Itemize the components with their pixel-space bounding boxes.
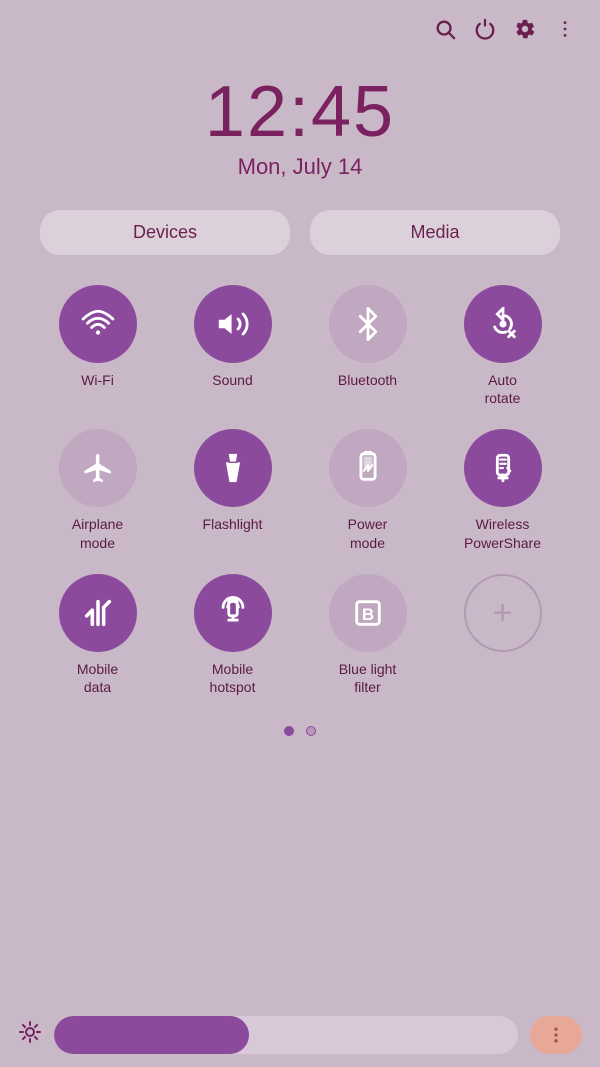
toggle-auto-rotate[interactable]: Autorotate xyxy=(435,285,570,407)
search-icon[interactable] xyxy=(434,18,456,46)
sound-circle xyxy=(194,285,272,363)
auto-rotate-circle xyxy=(464,285,542,363)
page-dot-1[interactable] xyxy=(284,726,294,736)
page-dot-2[interactable] xyxy=(306,726,316,736)
clock-time: 12:45 xyxy=(0,76,600,148)
bluetooth-circle xyxy=(329,285,407,363)
wifi-circle xyxy=(59,285,137,363)
brightness-bar xyxy=(0,1003,600,1067)
wifi-label: Wi-Fi xyxy=(81,371,114,389)
page-dots xyxy=(0,726,600,736)
plus-icon: + xyxy=(493,596,513,630)
airplane-circle xyxy=(59,429,137,507)
clock-date: Mon, July 14 xyxy=(0,154,600,180)
brightness-fill xyxy=(54,1016,249,1054)
brightness-menu-button[interactable] xyxy=(530,1016,582,1054)
mobile-data-circle xyxy=(59,574,137,652)
blue-light-filter-label: Blue lightfilter xyxy=(339,660,397,696)
settings-icon[interactable] xyxy=(514,18,536,46)
mobile-hotspot-circle xyxy=(194,574,272,652)
toggle-add[interactable]: + xyxy=(435,574,570,696)
power-icon[interactable] xyxy=(474,18,496,46)
auto-rotate-label: Autorotate xyxy=(485,371,521,407)
clock-section: 12:45 Mon, July 14 xyxy=(0,56,600,210)
brightness-track[interactable] xyxy=(54,1016,518,1054)
toggle-wireless-powershare[interactable]: WirelessPowerShare xyxy=(435,429,570,551)
bluetooth-label: Bluetooth xyxy=(338,371,397,389)
toggle-airplane[interactable]: Airplanemode xyxy=(30,429,165,551)
flashlight-label: Flashlight xyxy=(203,515,263,533)
svg-text:B: B xyxy=(361,605,373,624)
device-media-row: Devices Media xyxy=(0,210,600,285)
toggles-grid: Wi-Fi Sound Bluetooth xyxy=(0,285,600,718)
toggle-flashlight[interactable]: Flashlight xyxy=(165,429,300,551)
wireless-powershare-label: WirelessPowerShare xyxy=(464,515,541,551)
toggle-sound[interactable]: Sound xyxy=(165,285,300,407)
toggle-mobile-data[interactable]: Mobiledata xyxy=(30,574,165,696)
devices-button[interactable]: Devices xyxy=(40,210,290,255)
power-mode-label: Powermode xyxy=(348,515,388,551)
sound-label: Sound xyxy=(212,371,252,389)
toggle-bluetooth[interactable]: Bluetooth xyxy=(300,285,435,407)
brightness-sun-icon xyxy=(18,1020,42,1051)
flashlight-circle xyxy=(194,429,272,507)
airplane-label: Airplanemode xyxy=(72,515,123,551)
top-bar xyxy=(0,0,600,56)
more-options-icon[interactable] xyxy=(554,18,576,46)
power-mode-circle xyxy=(329,429,407,507)
toggle-blue-light-filter[interactable]: B Blue lightfilter xyxy=(300,574,435,696)
toggle-power-mode[interactable]: Powermode xyxy=(300,429,435,551)
blue-light-filter-circle: B xyxy=(329,574,407,652)
toggle-mobile-hotspot[interactable]: Mobilehotspot xyxy=(165,574,300,696)
mobile-data-label: Mobiledata xyxy=(77,660,118,696)
wireless-powershare-circle xyxy=(464,429,542,507)
media-button[interactable]: Media xyxy=(310,210,560,255)
toggle-wifi[interactable]: Wi-Fi xyxy=(30,285,165,407)
add-button-circle: + xyxy=(464,574,542,652)
mobile-hotspot-label: Mobilehotspot xyxy=(210,660,256,696)
